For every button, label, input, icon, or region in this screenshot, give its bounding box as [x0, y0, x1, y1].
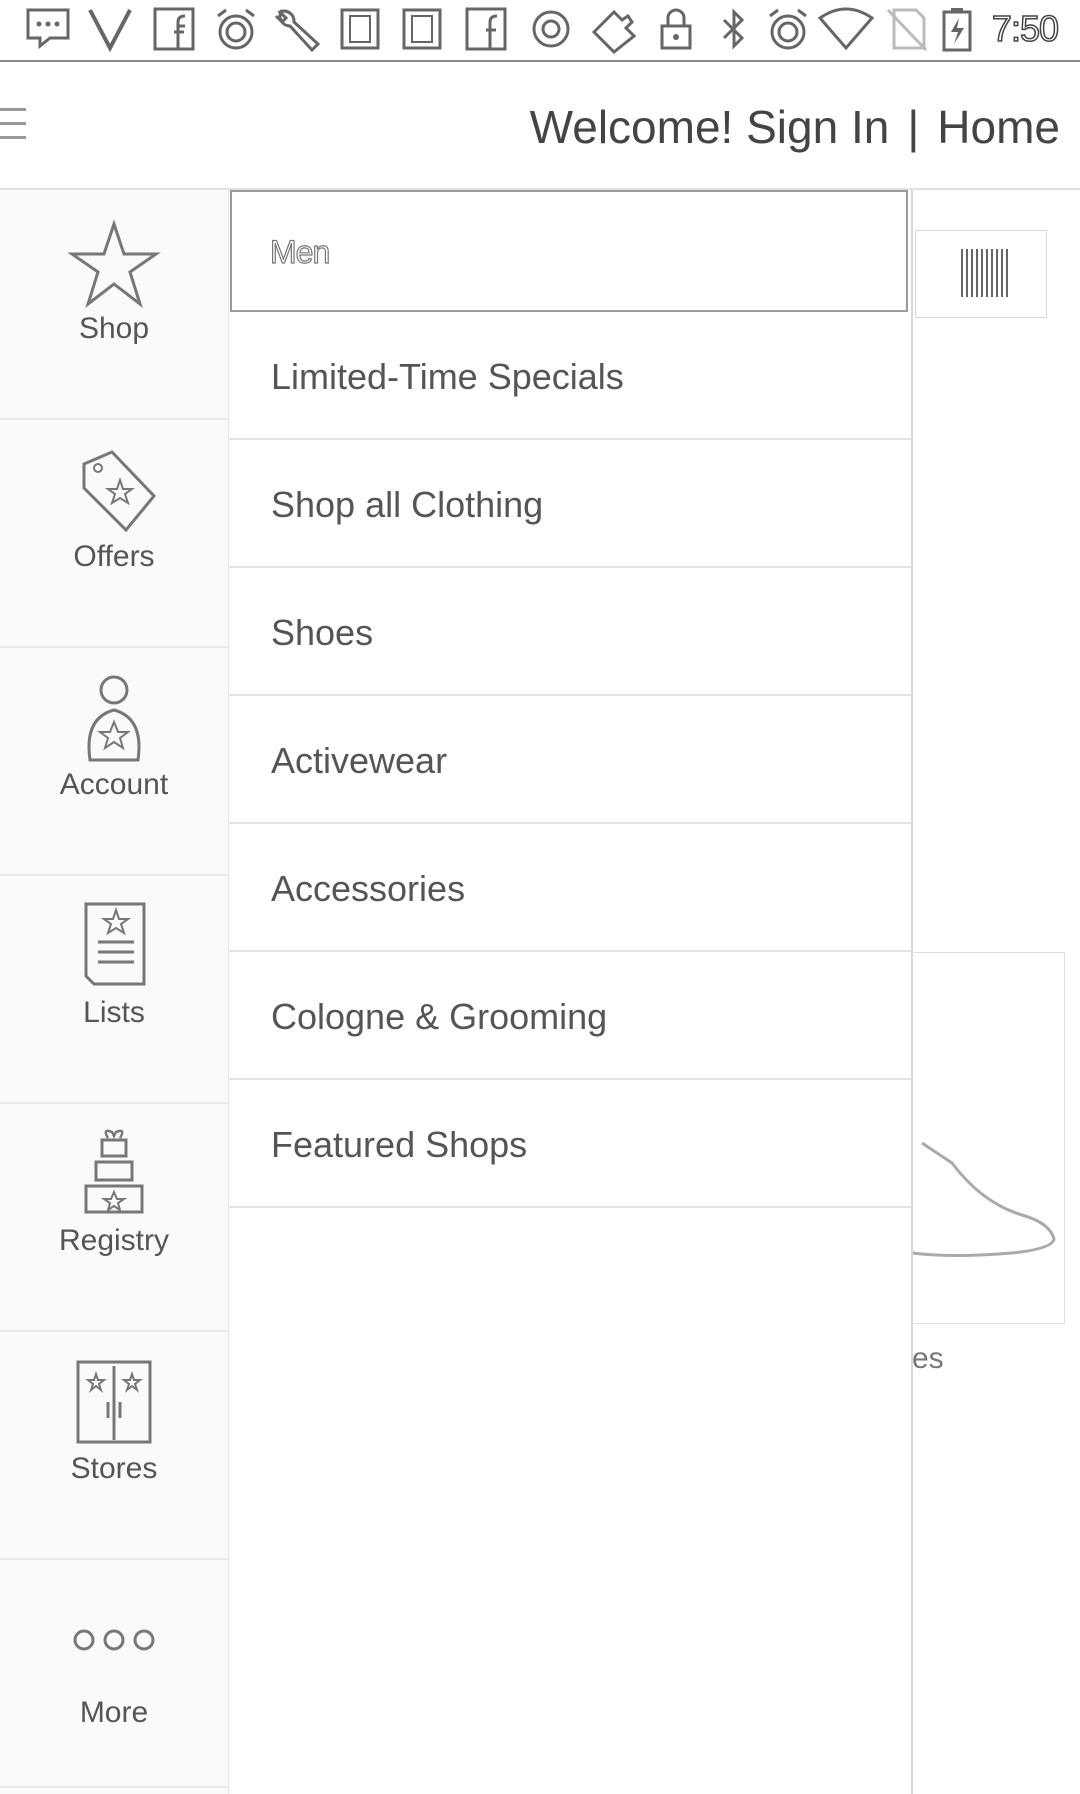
notification-icon: [338, 6, 382, 52]
shoe-image: [911, 1141, 1056, 1257]
rail-label-more: More: [79, 1696, 149, 1729]
circle-app-icon: [528, 6, 574, 52]
tag-icon: [82, 450, 157, 533]
partial-text: es: [912, 1342, 944, 1375]
left-nav-rail: Shop Offers Account Lists Registry Store…: [0, 190, 230, 1794]
rail-label-stores: Stores: [70, 1452, 158, 1485]
rail-label-offers: Offers: [73, 540, 155, 573]
wifi-icon: [818, 6, 874, 52]
more-dots-icon: [73, 1629, 155, 1651]
menu-item-cologne-grooming[interactable]: Cologne & Grooming: [229, 952, 911, 1080]
rail-label-registry: Registry: [58, 1224, 170, 1257]
menu-item-label: Shop all Clothing: [271, 484, 544, 525]
status-bar: 7:50: [0, 0, 1080, 62]
alarm-icon: [764, 6, 812, 54]
rail-item-shop[interactable]: Shop: [0, 190, 228, 420]
menu-item-shoes[interactable]: Shoes: [229, 568, 911, 696]
rail-item-offers[interactable]: Offers: [0, 418, 228, 648]
battery-charging-icon: [940, 6, 974, 54]
no-sim-icon: [884, 6, 928, 52]
rail-item-stores[interactable]: Stores: [0, 1330, 228, 1560]
rail-item-account[interactable]: Account: [0, 646, 228, 876]
wrench-icon: [272, 6, 324, 54]
sign-in-link[interactable]: Welcome! Sign In: [530, 101, 890, 153]
facebook-icon: [152, 6, 196, 52]
rail-item-lists[interactable]: Lists: [0, 874, 228, 1104]
list-icon: [84, 902, 146, 986]
status-time: 7:50: [991, 7, 1060, 50]
product-card[interactable]: [911, 952, 1065, 1324]
category-select-value: Men: [269, 233, 330, 270]
star-icon: [67, 219, 161, 309]
v-app-icon: [86, 6, 134, 52]
menu-item-activewear[interactable]: Activewear: [229, 696, 911, 824]
rail-label-lists: Lists: [83, 996, 145, 1029]
more-chat-icon: [22, 6, 74, 50]
rail-label-shop: Shop: [78, 312, 150, 345]
home-link[interactable]: Home: [937, 101, 1060, 153]
account-icon: [87, 675, 141, 762]
menu-item-label: Limited-Time Specials: [271, 356, 624, 397]
alarm-icon: [212, 6, 260, 54]
menu-item-limited-time-specials[interactable]: Limited-Time Specials: [229, 312, 911, 440]
menu-item-label: Activewear: [271, 740, 448, 781]
menu-item-label: Accessories: [271, 868, 466, 909]
header-nav: Welcome! Sign In | Home: [530, 100, 1060, 154]
barcode-icon: [961, 249, 1008, 297]
background-page: es: [911, 190, 1080, 1794]
menu-item-label: Featured Shops: [271, 1124, 528, 1165]
notification-icon: [400, 6, 444, 52]
barcode-scan-button[interactable]: [915, 230, 1047, 318]
puzzle-icon: [588, 6, 640, 56]
menu-item-label: Cologne & Grooming: [271, 996, 608, 1037]
category-select[interactable]: Men: [230, 190, 908, 312]
app-header: Welcome! Sign In | Home: [0, 62, 1080, 190]
gift-icon: [84, 1129, 144, 1214]
category-menu: Men Limited-Time Specials Shop all Cloth…: [229, 190, 913, 1794]
menu-item-accessories[interactable]: Accessories: [229, 824, 911, 952]
menu-item-shop-all-clothing[interactable]: Shop all Clothing: [229, 440, 911, 568]
menu-item-featured-shops[interactable]: Featured Shops: [229, 1080, 911, 1208]
bluetooth-icon: [716, 6, 752, 52]
menu-icon[interactable]: [0, 108, 26, 148]
store-icon: [76, 1360, 152, 1444]
facebook-icon: [464, 6, 508, 52]
header-separator: |: [907, 101, 920, 153]
rail-label-account: Account: [59, 768, 169, 801]
lock-icon: [658, 6, 694, 52]
menu-item-label: Shoes: [271, 612, 374, 653]
rail-item-more[interactable]: More: [0, 1558, 228, 1788]
rail-item-registry[interactable]: Registry: [0, 1102, 228, 1332]
